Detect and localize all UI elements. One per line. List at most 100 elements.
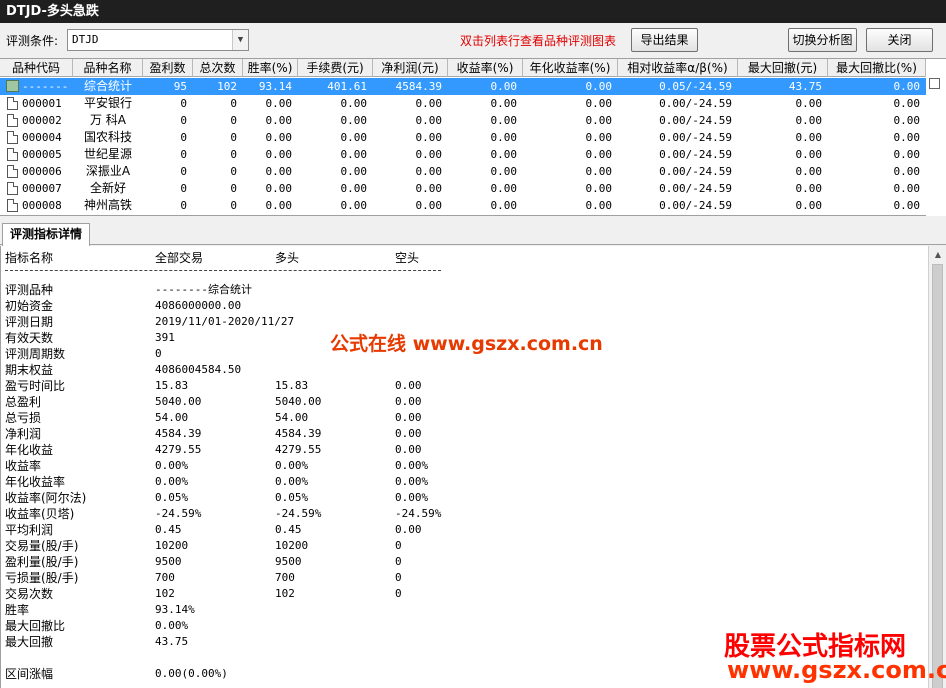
table-row[interactable]: 000004 国农科技 0 0 0.00 0.00 0.00 0.00 0.00 0.00/-24… xyxy=(0,129,926,146)
column-header-name[interactable]: 品种名称 xyxy=(73,59,143,77)
metric-label: 净利润 xyxy=(5,427,42,441)
chevron-down-icon[interactable]: ▼ xyxy=(232,30,248,50)
detail-row: 盈利量(股/手) 9500 9500 0 xyxy=(5,554,525,570)
metric-long: 700 xyxy=(275,571,295,584)
cell-name: 平安银行 xyxy=(83,96,132,110)
switch-chart-button[interactable]: 切换分析图 xyxy=(788,28,857,52)
metric-label: 年化收益 xyxy=(5,443,54,457)
cell-netprofit: 0.00 xyxy=(415,182,443,195)
metric-all: 43.75 xyxy=(155,635,189,648)
grid-checkbox[interactable] xyxy=(929,78,940,89)
column-header-alpha-beta[interactable]: 相对收益率α/β(%) xyxy=(618,59,738,77)
metric-label: 初始资金 xyxy=(5,299,54,313)
table-row[interactable]: 000001 平安银行 0 0 0.00 0.00 0.00 0.00 0.00 0.00/-24… xyxy=(0,95,926,112)
column-header-max-drawdown[interactable]: 最大回撤(元) xyxy=(738,59,828,77)
metric-all: 0.00% xyxy=(155,459,189,472)
detail-header-short: 空头 xyxy=(395,251,420,265)
metric-short: -24.59% xyxy=(395,507,442,520)
detail-row: 评测品种 --------综合统计 xyxy=(5,282,525,298)
metric-label: 交易次数 xyxy=(5,587,54,601)
metric-long: 5040.00 xyxy=(275,395,322,408)
detail-row: 总亏损 54.00 54.00 0.00 xyxy=(5,410,525,426)
cell-total: 0 xyxy=(230,165,237,178)
cell-fee: 401.61 xyxy=(327,80,367,93)
close-button[interactable]: 关闭 xyxy=(866,28,933,52)
cell-annual-return: 0.00 xyxy=(585,199,613,212)
detail-scrollbar[interactable]: ▲ xyxy=(928,246,946,688)
detail-row: 净利润 4584.39 4584.39 0.00 xyxy=(5,426,525,442)
table-row[interactable]: 000005 世纪星源 0 0 0.00 0.00 0.00 0.00 0.00 0.00/-24… xyxy=(0,146,926,163)
cell-netprofit: 4584.39 xyxy=(395,80,442,93)
cell-winrate: 93.14 xyxy=(258,80,292,93)
column-header-total[interactable]: 总次数 xyxy=(193,59,243,77)
table-row[interactable]: 000002 万 科A 0 0 0.00 0.00 0.00 0.00 0.00 0.00/-24… xyxy=(0,112,926,129)
condition-dropdown[interactable]: DTJD ▼ xyxy=(67,29,249,51)
metric-short: 0.00 xyxy=(395,443,422,456)
watermark-center: 公式在线 www.gszx.com.cn xyxy=(330,333,603,355)
metric-long: 10200 xyxy=(275,539,309,552)
column-header-annual-return[interactable]: 年化收益率(%) xyxy=(523,59,618,77)
metric-long: 0.00% xyxy=(275,475,309,488)
detail-row: 年化收益 4279.55 4279.55 0.00 xyxy=(5,442,525,458)
metric-all: 15.83 xyxy=(155,379,189,392)
metric-short: 0.00 xyxy=(395,427,422,440)
tab-detail[interactable]: 评测指标详情 xyxy=(2,223,90,246)
column-header-wins[interactable]: 盈利数 xyxy=(143,59,193,77)
metric-all: --------综合统计 xyxy=(155,283,252,296)
metric-long: 4279.55 xyxy=(275,443,322,456)
cell-name: 综合统计 xyxy=(83,79,132,93)
cell-alpha-beta: 0.00/-24.59 xyxy=(659,199,732,212)
scroll-up-icon[interactable]: ▲ xyxy=(931,248,945,262)
cell-alpha-beta: 0.00/-24.59 xyxy=(659,165,732,178)
cell-fee: 0.00 xyxy=(340,97,368,110)
cell-max-drawdown-ratio: 0.00 xyxy=(893,182,921,195)
cell-annual-return: 0.00 xyxy=(585,97,613,110)
cell-max-drawdown: 0.00 xyxy=(795,97,823,110)
metric-all: 10200 xyxy=(155,539,189,552)
metric-label: 交易量(股/手) xyxy=(5,539,79,553)
cell-annual-return: 0.00 xyxy=(585,148,613,161)
table-row[interactable]: 000006 深振业A 0 0 0.00 0.00 0.00 0.00 0.00 0.00/-24… xyxy=(0,163,926,180)
table-row[interactable]: 000008 神州高铁 0 0 0.00 0.00 0.00 0.00 0.00 0.00/-24… xyxy=(0,197,926,214)
detail-row: 最大回撤 43.75 xyxy=(5,634,525,650)
metric-all: 9500 xyxy=(155,555,182,568)
column-header-return[interactable]: 收益率(%) xyxy=(448,59,523,77)
cell-total: 102 xyxy=(217,80,237,93)
table-row[interactable]: ------- 综合统计 95 102 93.14 401.61 4584.39 0.00 0.… xyxy=(0,78,926,95)
cell-winrate: 0.00 xyxy=(265,97,293,110)
detail-row: 交易量(股/手) 10200 10200 0 xyxy=(5,538,525,554)
metric-long: 4584.39 xyxy=(275,427,322,440)
metric-long: 102 xyxy=(275,587,295,600)
column-header-max-drawdown-ratio[interactable]: 最大回撤比(%) xyxy=(828,59,926,77)
cell-netprofit: 0.00 xyxy=(415,114,443,127)
column-header-netprofit[interactable]: 净利润(元) xyxy=(373,59,448,77)
metric-all: 4086000000.00 xyxy=(155,299,242,312)
cell-wins: 95 xyxy=(173,80,187,93)
cell-netprofit: 0.00 xyxy=(415,199,443,212)
column-header-fee[interactable]: 手续费(元) xyxy=(298,59,373,77)
cell-return: 0.00 xyxy=(490,199,518,212)
cell-total: 0 xyxy=(230,148,237,161)
detail-panel: 指标名称 全部交易 多头 空头 评测品种 --------综合统计 初始资金 4086… xyxy=(0,246,928,688)
cell-annual-return: 0.00 xyxy=(585,131,613,144)
cell-code: 000004 xyxy=(22,131,62,144)
cell-max-drawdown-ratio: 0.00 xyxy=(893,131,921,144)
detail-row: 总盈利 5040.00 5040.00 0.00 xyxy=(5,394,525,410)
metric-long: 9500 xyxy=(275,555,302,568)
table-row[interactable]: 000007 全新好 0 0 0.00 0.00 0.00 0.00 0.00 0.00/-24.… xyxy=(0,180,926,197)
cell-total: 0 xyxy=(230,182,237,195)
metric-label: 有效天数 xyxy=(5,331,54,345)
scroll-thumb[interactable] xyxy=(932,264,943,688)
metric-all: 0.00(0.00%) xyxy=(155,667,228,680)
metric-long: 0.00% xyxy=(275,459,309,472)
cell-max-drawdown-ratio: 0.00 xyxy=(893,165,921,178)
metric-label: 年化收益率 xyxy=(5,475,66,489)
metric-short: 0.00% xyxy=(395,491,429,504)
detail-row: 平均利润 0.45 0.45 0.00 xyxy=(5,522,525,538)
column-header-winrate[interactable]: 胜率(%) xyxy=(243,59,298,77)
metric-long: 0.05% xyxy=(275,491,309,504)
cell-name: 国农科技 xyxy=(83,130,132,144)
column-header-code[interactable]: 品种代码 xyxy=(0,59,73,77)
metric-label: 收益率(阿尔法) xyxy=(5,491,87,505)
export-button[interactable]: 导出结果 xyxy=(631,28,698,52)
